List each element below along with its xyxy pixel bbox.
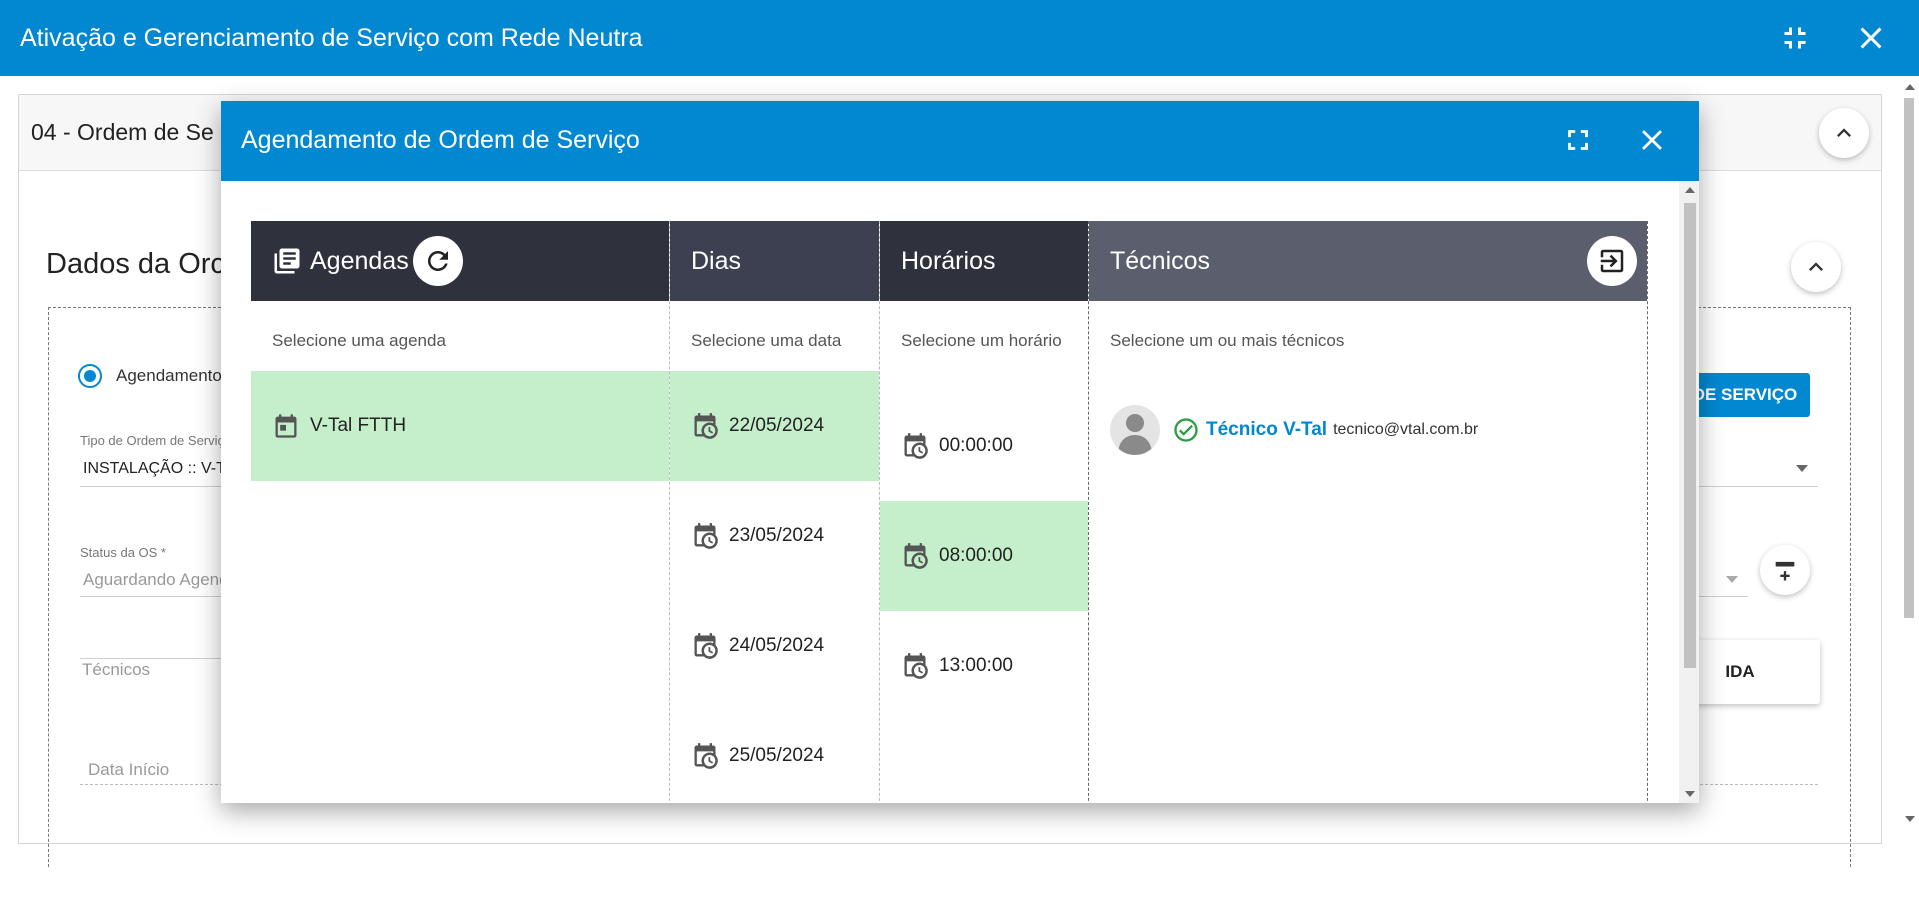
dia-item[interactable]: 23/05/2024	[670, 481, 879, 591]
agendas-header: Agendas	[251, 221, 669, 301]
modal-title: Agendamento de Ordem de Serviço	[241, 126, 640, 154]
close-icon[interactable]	[1635, 123, 1669, 157]
page-scrollbar[interactable]	[1900, 80, 1919, 826]
exit-to-app-icon	[1600, 249, 1624, 273]
horarios-hint: Selecione um horário	[901, 331, 1062, 350]
horarios-header: Horários	[880, 221, 1088, 301]
tecnicos-header: Técnicos	[1089, 221, 1647, 301]
calendar-clock-icon	[694, 633, 718, 659]
tecnico-email: tecnico@vtal.com.br	[1333, 421, 1479, 438]
scroll-thumb[interactable]	[1904, 98, 1914, 618]
close-icon[interactable]	[1853, 20, 1889, 56]
add-list-icon	[1775, 561, 1795, 581]
servico-button[interactable]: DE SERVIÇO	[1680, 373, 1810, 417]
modal-scrollbar[interactable]	[1679, 181, 1699, 803]
dia-label: 25/05/2024	[729, 745, 825, 766]
scroll-up-arrow[interactable]	[1685, 187, 1695, 193]
dia-item[interactable]: 22/05/2024	[670, 371, 879, 481]
agendas-hint: Selecione uma agenda	[272, 331, 446, 350]
calendar-clock-icon	[904, 653, 928, 679]
horarios-title: Horários	[901, 246, 996, 275]
status-dropdown-caret[interactable]	[1726, 576, 1738, 583]
person-icon	[1118, 414, 1152, 455]
tecnicos-field[interactable]: Técnicos	[82, 660, 150, 680]
dia-label: 22/05/2024	[729, 415, 825, 436]
dias-hint: Selecione uma data	[691, 331, 842, 350]
agendas-column: Agendas Selecione uma agenda V-Tal FTTH	[251, 221, 669, 803]
tipo-value[interactable]: INSTALAÇÃO :: V-TA	[83, 460, 235, 478]
modal-header: Agendamento de Ordem de Serviço	[221, 101, 1699, 181]
app-bar: Ativação e Gerenciamento de Serviço com …	[0, 0, 1919, 76]
fullscreen-icon[interactable]	[1561, 123, 1595, 157]
add-filter-button[interactable]	[1760, 545, 1810, 595]
list-icon	[274, 248, 300, 274]
section-title: Dados da Orc	[46, 248, 225, 280]
check-circle-icon[interactable]	[1172, 416, 1200, 444]
chevron-up-icon	[1809, 262, 1823, 271]
agenda-label: V-Tal FTTH	[310, 415, 407, 436]
agendamento-radio[interactable]	[78, 364, 102, 388]
refresh-button[interactable]	[413, 236, 463, 286]
dia-item[interactable]: 25/05/2024	[670, 701, 879, 803]
scheduling-modal: Agendamento de Ordem de Serviço Agendas …	[221, 101, 1699, 803]
scroll-down-arrow[interactable]	[1905, 816, 1915, 822]
calendar-clock-icon	[904, 543, 928, 569]
calendar-clock-icon	[904, 433, 928, 459]
collapse-section-button[interactable]	[1819, 108, 1869, 158]
dias-header: Dias	[670, 221, 879, 301]
horario-label: 13:00:00	[939, 655, 1013, 676]
horario-item[interactable]: 00:00:00	[880, 391, 1088, 501]
exit-fullscreen-icon[interactable]	[1777, 20, 1813, 56]
scroll-down-arrow[interactable]	[1685, 791, 1695, 797]
status-label: Status da OS *	[80, 545, 166, 560]
horario-item[interactable]: 13:00:00	[880, 611, 1088, 721]
agendas-title: Agendas	[310, 246, 409, 275]
dia-label: 24/05/2024	[729, 635, 825, 656]
section-header-title: 04 - Ordem de Se	[31, 119, 214, 145]
tecnicos-title: Técnicos	[1110, 246, 1211, 275]
collapse-subsection-button[interactable]	[1791, 242, 1841, 292]
tecnicos-hint: Selecione um ou mais técnicos	[1110, 331, 1345, 350]
calendar-clock-icon	[694, 743, 718, 769]
dia-item[interactable]: 24/05/2024	[670, 591, 879, 701]
status-field[interactable]: Aguardando Agend	[83, 570, 229, 590]
tipo-label: Tipo de Ordem de Serviço	[80, 433, 232, 448]
horarios-column: Horários Selecione um horário 00:00:00 0…	[879, 221, 1088, 803]
tecnico-item[interactable]: Técnico V-Tal tecnico@vtal.com.br	[1110, 405, 1478, 455]
dias-title: Dias	[691, 246, 742, 275]
tipo-dropdown-caret[interactable]	[1796, 465, 1808, 472]
horario-label: 08:00:00	[939, 545, 1013, 566]
tecnicos-column: Técnicos Selecione um ou mais técnicos T…	[1088, 221, 1648, 803]
dias-column: Dias Selecione uma data 22/05/2024 23/05…	[669, 221, 879, 803]
horario-label: 00:00:00	[939, 435, 1013, 456]
scroll-thumb[interactable]	[1684, 203, 1696, 668]
avatar	[1110, 405, 1160, 455]
calendar-clock-icon	[694, 413, 718, 439]
agendamento-radio-label: Agendamento	[116, 366, 222, 385]
calendar-clock-icon	[694, 523, 718, 549]
confirm-exit-button[interactable]	[1587, 236, 1637, 286]
dia-label: 23/05/2024	[729, 525, 825, 546]
app-title: Ativação e Gerenciamento de Serviço com …	[20, 23, 643, 52]
agenda-item[interactable]: V-Tal FTTH	[251, 371, 669, 481]
refresh-icon	[428, 251, 448, 271]
modal-body: Agendas Selecione uma agenda V-Tal FTTH …	[221, 181, 1679, 803]
data-inicio-field[interactable]: Data Início	[88, 760, 169, 780]
tecnicos-underline	[80, 658, 230, 659]
tecnico-name: Técnico V-Tal	[1206, 419, 1328, 440]
horario-item[interactable]: 08:00:00	[880, 501, 1088, 611]
scroll-up-arrow[interactable]	[1905, 84, 1915, 90]
calendar-icon	[275, 414, 297, 438]
chevron-up-icon	[1837, 128, 1851, 137]
